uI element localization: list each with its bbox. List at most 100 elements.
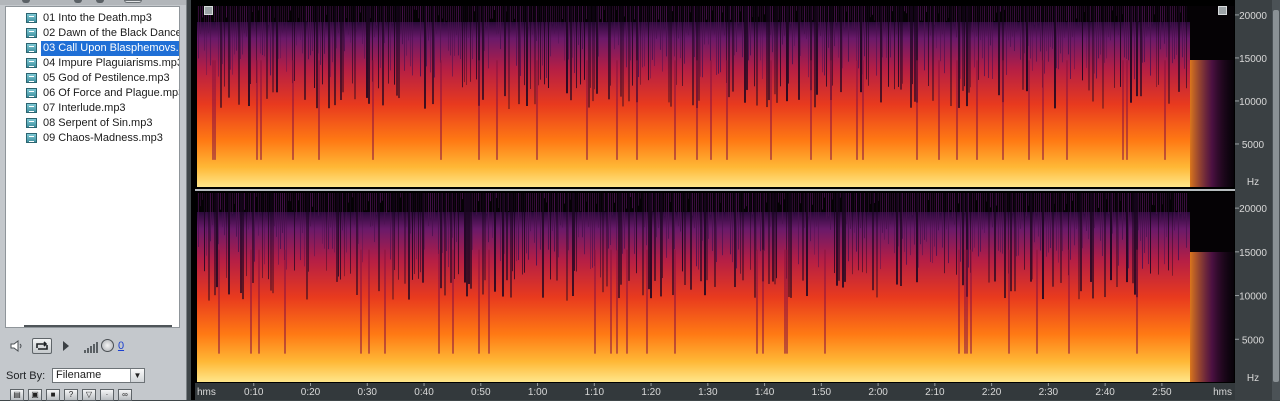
spectral-streak <box>978 6 979 80</box>
spectral-streak <box>450 6 451 56</box>
spectral-streak <box>860 6 862 93</box>
spectral-streak <box>818 193 819 268</box>
spectral-streak <box>656 6 657 39</box>
spectral-streak <box>892 193 893 213</box>
spectral-streak <box>1016 6 1017 33</box>
spectral-streak <box>678 6 679 39</box>
spectral-dropout <box>1002 60 1004 160</box>
spectral-streak <box>970 6 971 88</box>
spectral-streak <box>474 6 475 12</box>
spectral-streak <box>274 193 275 227</box>
spectral-streak <box>342 6 344 93</box>
spectral-streak <box>222 6 223 65</box>
spectral-dropout <box>966 249 968 354</box>
spectral-streak <box>370 193 371 227</box>
spectral-streak <box>908 6 909 32</box>
zoom-corner-right[interactable] <box>1218 6 1227 15</box>
spectral-streak <box>466 193 468 297</box>
spectral-streak <box>364 193 365 211</box>
spectral-streak <box>894 193 895 254</box>
spectral-streak <box>408 193 410 300</box>
spectral-streak <box>530 193 531 232</box>
spectral-streak <box>728 6 730 98</box>
spectral-streak <box>300 6 301 40</box>
spectral-streak <box>298 193 299 201</box>
spectral-display[interactable]: hms 0:10 0:20 0:30 0:40 0:50 1:00 1:10 1:20 1:30 1… <box>0 0 1272 400</box>
spectral-streak <box>636 193 637 274</box>
spectral-streak <box>318 193 319 216</box>
spectral-streak <box>278 193 279 265</box>
spectral-streak <box>810 193 811 242</box>
spectral-streak <box>888 6 889 87</box>
spectral-streak <box>374 193 375 243</box>
spectral-streak <box>282 193 283 233</box>
spectral-streak <box>484 6 485 51</box>
spectral-streak <box>882 193 883 233</box>
vertical-scrollbar[interactable] <box>1272 0 1280 400</box>
spectral-streak <box>696 193 697 267</box>
spectral-streak <box>872 6 873 15</box>
spectral-streak <box>1102 6 1104 109</box>
spectral-streak <box>570 193 571 200</box>
spectral-streak <box>548 6 549 89</box>
spectral-streak <box>634 6 635 20</box>
spectral-streak <box>776 6 778 103</box>
spectral-streak <box>748 6 749 61</box>
spectral-streak <box>1074 193 1075 246</box>
spectral-streak <box>262 193 263 279</box>
spectral-dropout <box>1008 249 1010 354</box>
spectral-streak <box>586 6 587 20</box>
spectral-streak <box>214 6 215 22</box>
channel-divider[interactable] <box>195 189 1235 191</box>
spectral-streak <box>540 193 541 250</box>
spectral-streak <box>990 193 991 208</box>
spectral-streak <box>896 6 897 35</box>
spectral-streak <box>832 6 833 86</box>
spectral-dropout <box>674 249 676 354</box>
spectral-dropout <box>696 60 698 160</box>
spectral-streak <box>544 193 545 199</box>
spectral-streak <box>552 193 553 231</box>
spectral-streak <box>1020 193 1021 229</box>
spectral-streak <box>936 6 937 49</box>
spectral-streak <box>998 6 1000 96</box>
spectral-streak <box>358 6 359 23</box>
spectral-dropout <box>674 60 676 160</box>
spectral-streak <box>606 193 608 287</box>
spectral-streak <box>620 6 622 97</box>
scrollbar-thumb[interactable] <box>1273 10 1279 382</box>
spectral-streak <box>880 6 882 103</box>
spectral-streak <box>242 6 243 55</box>
spectral-streak <box>510 6 511 33</box>
spectral-streak <box>364 6 365 59</box>
spectral-streak <box>1114 193 1115 222</box>
spectral-streak <box>1172 193 1173 276</box>
spectral-streak <box>1048 193 1049 253</box>
axis-tick-label: Hz <box>1247 177 1259 188</box>
spectral-streak <box>768 6 770 101</box>
spectral-streak <box>932 193 933 264</box>
spectral-streak <box>558 6 559 44</box>
spectral-streak <box>296 6 297 46</box>
spectral-streak <box>434 6 435 78</box>
spectral-streak <box>476 193 477 215</box>
spectral-streak <box>926 6 927 12</box>
spectral-streak <box>912 6 913 85</box>
spectral-streak <box>530 6 531 89</box>
spectral-streak <box>700 193 702 282</box>
spectral-streak <box>322 193 323 244</box>
channel-2-spectrogram[interactable] <box>197 193 1234 382</box>
spectral-streak <box>504 193 505 254</box>
spectral-streak <box>412 6 413 76</box>
channel-2-energy <box>197 212 1190 382</box>
axis-tick-label: 0:40 <box>414 387 434 398</box>
spectral-streak <box>916 193 918 283</box>
spectral-dropout <box>478 60 480 160</box>
axis-tick-label: 1:10 <box>585 387 605 398</box>
spectral-streak <box>976 193 977 201</box>
spectral-streak <box>454 193 455 279</box>
channel-1-spectrogram[interactable] <box>197 6 1234 187</box>
spectral-streak <box>1088 6 1090 91</box>
spectral-streak <box>292 193 293 210</box>
zoom-corner-left[interactable] <box>204 6 213 15</box>
